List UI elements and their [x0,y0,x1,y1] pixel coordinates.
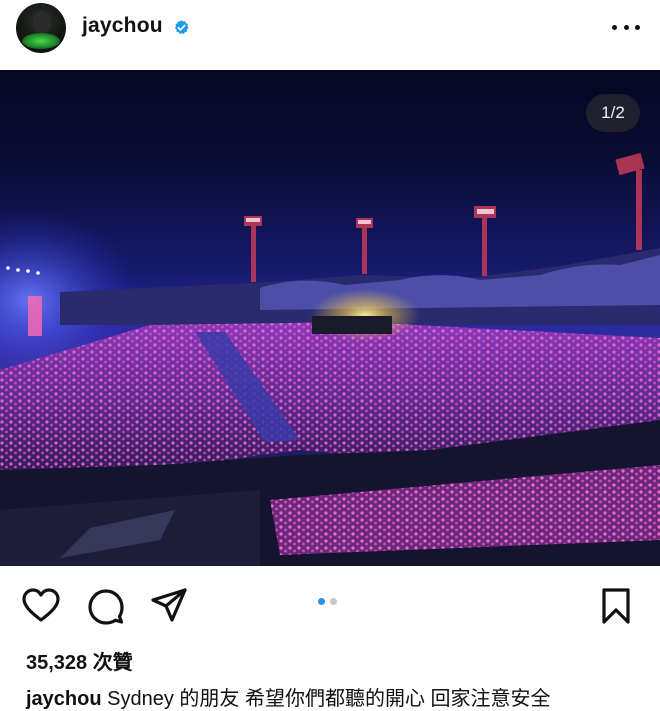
avatar[interactable] [16,3,66,53]
avatar-glow [22,33,60,49]
carousel-indicator [318,598,337,605]
more-options-icon[interactable] [612,17,640,37]
image-counter: 1/2 [586,94,640,132]
verified-badge-icon [174,20,189,34]
like-count[interactable]: 35,328 次贊 [26,646,133,675]
post-image[interactable]: 1/2 [0,70,660,566]
caption-text: Sydney 的朋友 希望你們都聽的開心 回家注意安全 [107,688,551,710]
username[interactable]: jaychou [82,14,163,38]
avatar-figure [33,11,51,33]
concert-stadium-photo [0,152,660,566]
carousel-dot-active [318,598,325,605]
carousel-dot [330,598,337,605]
heart-icon[interactable] [21,586,61,626]
comment-icon[interactable] [86,586,126,626]
caption-username[interactable]: jaychou [26,688,102,710]
post-header: jaychou [0,0,660,70]
share-icon[interactable] [149,586,189,626]
post-caption: jaychou Sydney 的朋友 希望你們都聽的開心 回家注意安全 [26,682,551,711]
action-bar [0,576,660,636]
bookmark-icon[interactable] [596,586,636,626]
